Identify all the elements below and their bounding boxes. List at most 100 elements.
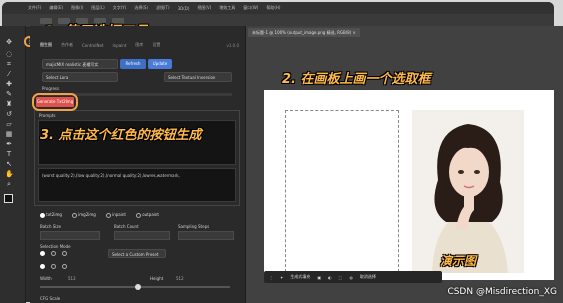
tab-settings[interactable]: 设置 (152, 42, 160, 48)
mode-outpaint[interactable]: outpaint (135, 212, 159, 218)
brush-tool-icon[interactable]: ✎ (5, 90, 13, 98)
radio-icon (105, 212, 111, 218)
preset-select[interactable]: Select a Custom Preset (108, 249, 166, 258)
menu-item[interactable]: 增效工具 (219, 5, 235, 11)
contextual-taskbar: ⋮ ✦ 生成式填充 ▣ ◐ ⬚ ◍ 取消选择 (264, 271, 442, 283)
annotation-step2: 2. 在画板上画一个选取框 (282, 72, 431, 87)
generative-fill-button[interactable]: 生成式填充 (290, 274, 310, 280)
menu-item[interactable]: 图层(L) (91, 5, 104, 11)
progress-label: Progress (42, 86, 60, 91)
menu-item[interactable]: 图像(I) (71, 5, 83, 11)
refresh-button[interactable]: Refresh (120, 59, 146, 69)
gradient-tool-icon[interactable]: ▦ (5, 130, 13, 138)
mode-label: outpaint (142, 212, 159, 217)
selection-marquee[interactable] (285, 110, 399, 282)
mode-radio-group: txt2img img2img inpaint outpaint (40, 212, 159, 218)
menu-item[interactable]: 视图(V) (197, 5, 211, 11)
mask-icon[interactable]: ◐ (328, 275, 332, 280)
width-label: Width (40, 276, 52, 281)
photo-caption: 演示图 (440, 254, 477, 268)
batch-size-label: Batch Size (40, 224, 61, 229)
mode-label: img2img (78, 212, 96, 217)
pen-tool-icon[interactable]: ✒ (5, 140, 13, 148)
selection-mode-radio[interactable] (62, 251, 67, 256)
menu-item[interactable]: 滤镜(T) (156, 5, 170, 11)
menu-bar: 文件(F) 编辑(E) 图像(I) 图层(L) 文字(Y) 选择(S) 滤镜(T) 3D(D)… (2, 2, 554, 14)
menu-item[interactable]: 选择(S) (134, 5, 148, 11)
mode-img2img[interactable]: img2img (71, 212, 96, 218)
fill-icon[interactable]: ◍ (349, 275, 353, 280)
contextual-more-icon[interactable]: ⋮ (269, 275, 273, 280)
sampling-steps-label: Sampling Steps (178, 224, 210, 229)
plugin-version: v1.0.0 (226, 43, 239, 48)
negative-prompt-input[interactable]: (worst quality:2),(low quality:2),(norma… (38, 168, 236, 202)
sd-plugin-panel: 图生图 合作者 ControlNet Inpaint 图库 设置 v1.0.0 … (30, 26, 246, 303)
radio-icon (135, 212, 141, 218)
type-tool-icon[interactable]: T (5, 150, 13, 158)
lora-select[interactable]: Select Lora (42, 72, 118, 82)
foreground-color[interactable] (4, 194, 13, 203)
mode-txt2img[interactable]: txt2img (40, 212, 62, 218)
menu-item[interactable]: 文件(F) (28, 5, 41, 11)
size-preset-radio[interactable] (62, 264, 67, 269)
mode-label: inpaint (112, 212, 126, 217)
size-slider[interactable] (40, 284, 230, 290)
menu-item[interactable]: 3D(D) (178, 6, 190, 11)
radio-icon (71, 212, 77, 218)
move-tool-icon[interactable]: ✥ (5, 38, 13, 46)
menu-item[interactable]: 帮助(H) (266, 5, 280, 11)
generative-fill-icon[interactable]: ✦ (280, 275, 283, 280)
update-button[interactable]: Update (148, 59, 172, 69)
selection-mode-radios (40, 251, 67, 256)
portrait-illustration (412, 110, 524, 273)
selection-mode-radio[interactable] (51, 251, 56, 256)
selection-mode-radio[interactable] (40, 251, 45, 256)
tab-controlnet[interactable]: ControlNet (82, 43, 103, 48)
width-value: 512 (68, 276, 76, 281)
zoom-tool-icon[interactable]: ⌕ (5, 180, 13, 188)
menu-item[interactable]: 文字(Y) (113, 5, 127, 11)
watermark: CSDN @Misdirection_XG (447, 287, 557, 297)
selection-mode-label: Selection Mode (40, 244, 71, 249)
tab-gallery[interactable]: 图库 (135, 42, 143, 48)
prompts-label: Prompts (39, 113, 56, 118)
history-brush-icon[interactable]: ↺ (5, 110, 13, 118)
menu-item[interactable]: 窗口(W) (243, 5, 258, 11)
batch-size-input[interactable] (40, 231, 100, 240)
tab-img2img[interactable]: 图生图 (40, 42, 52, 48)
tool-bar: ✥ ◌ ⌗ ⁄ ✚ ✎ ♜ ↺ ▱ ▦ ✒ T ↖ ✋ ⌕ (0, 26, 26, 303)
select-subject-icon[interactable]: ▣ (317, 275, 321, 280)
batch-count-input[interactable] (114, 231, 170, 240)
size-preset-radios (40, 264, 67, 269)
eyedropper-icon[interactable]: ⁄ (5, 70, 13, 78)
mode-label: txt2img (46, 212, 62, 217)
batch-count-label: Batch Count (114, 224, 139, 229)
path-select-icon[interactable]: ↖ (5, 160, 13, 168)
generate-txt2img-button[interactable]: Generate Txt2Img (36, 97, 74, 107)
crop-tool-icon[interactable]: ⌗ (5, 60, 13, 68)
tab-inpaint[interactable]: Inpaint (112, 43, 126, 48)
panel-tabs: 图生图 合作者 ControlNet Inpaint 图库 设置 (30, 40, 245, 50)
menu-item[interactable]: 编辑(E) (49, 5, 63, 11)
size-preset-radio[interactable] (40, 264, 45, 269)
stamp-tool-icon[interactable]: ♜ (5, 100, 13, 108)
document-tab[interactable]: 未标题-1 @ 100% (output_image.png 精选, RGB/8… (248, 28, 360, 37)
size-preset-radio[interactable] (51, 264, 56, 269)
slider-handle[interactable] (135, 284, 141, 290)
transform-icon[interactable]: ⬚ (339, 275, 343, 280)
cfg-label: CFG Scale (40, 296, 61, 301)
lasso-tool-icon[interactable]: ◌ (5, 50, 13, 58)
annotation-step3: 3. 点击这个红色的按钮生成 (40, 128, 202, 143)
healing-brush-icon[interactable]: ✚ (5, 80, 13, 88)
deselect-button[interactable]: 取消选择 (360, 274, 376, 280)
tab-collaborator[interactable]: 合作者 (61, 42, 73, 48)
sampling-steps-input[interactable] (178, 231, 234, 240)
model-select[interactable]: majicMIX realistic 麦橘写实 (42, 59, 118, 69)
height-value: 512 (176, 276, 184, 281)
screenshot: 文件(F) 编辑(E) 图像(I) 图层(L) 文字(Y) 选择(S) 滤镜(T) 3D(D)… (0, 0, 563, 303)
hand-tool-icon[interactable]: ✋ (5, 170, 14, 178)
mode-inpaint[interactable]: inpaint (105, 212, 126, 218)
textual-inversion-select[interactable]: Select Textual Inversion (164, 72, 232, 82)
demo-photo (412, 110, 524, 273)
eraser-tool-icon[interactable]: ▱ (5, 120, 13, 128)
